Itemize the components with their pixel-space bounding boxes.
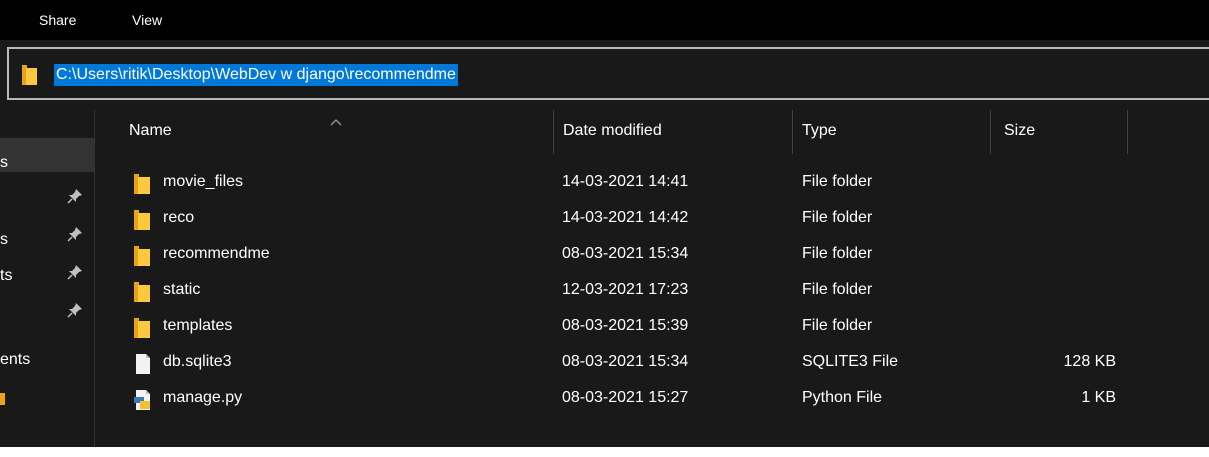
file-type: File folder [802,173,873,190]
pin-icon[interactable] [67,264,83,285]
folder-icon [132,245,154,267]
file-type: Python File [802,389,883,406]
folder-icon [132,317,154,339]
pin-icon[interactable] [67,226,83,247]
address-bar[interactable]: C:\Users\ritik\Desktop\WebDev w django\r… [7,47,1209,100]
column-label: Name [129,122,172,139]
file-name: recommendme [163,245,270,262]
folder-icon [132,173,154,195]
navigation-pane: s s ts ents [0,110,95,447]
file-name: manage.py [163,389,243,406]
column-divider[interactable] [1127,110,1128,154]
file-row[interactable]: movie_files 14-03-2021 14:41 File folder [96,165,1209,201]
nav-item-selected[interactable]: s [0,138,95,172]
column-label: Date modified [563,122,662,139]
file-name: reco [163,209,195,226]
file-row[interactable]: templates 08-03-2021 15:39 File folder [96,309,1209,345]
pin-icon[interactable] [67,302,83,323]
column-label: Size [1004,122,1036,139]
file-date: 08-03-2021 15:27 [562,389,689,406]
file-date: 08-03-2021 15:34 [562,245,689,262]
nav-item[interactable]: s [0,220,95,254]
folder-icon [132,209,154,231]
nav-item-label: ents [0,351,31,368]
document-icon [132,353,154,375]
file-list: Name Date modified Type Size movie_files… [96,110,1209,447]
nav-item-label: s [0,231,8,248]
file-row[interactable]: recommendme 08-03-2021 15:34 File folder [96,237,1209,273]
file-name: movie_files [163,173,244,190]
nav-item[interactable]: ts [0,258,95,292]
file-size: 1 KB [1081,389,1116,406]
file-name: templates [163,317,233,334]
folder-icon [22,65,40,90]
file-type: File folder [802,209,873,226]
file-row[interactable]: static 12-03-2021 17:23 File folder [96,273,1209,309]
column-label: Type [802,122,837,139]
sort-ascending-icon [330,113,342,131]
tab-share[interactable]: Share [39,12,76,28]
file-type: File folder [802,317,873,334]
file-row[interactable]: manage.py 08-03-2021 15:27 Python File 1… [96,381,1209,417]
column-header-type[interactable]: Type [793,110,990,154]
column-header-size[interactable]: Size [991,110,1127,154]
nav-item[interactable] [0,296,95,330]
file-explorer-window: Share View C:\Users\ritik\Desktop\WebDev… [0,0,1209,447]
nav-item-label: s [0,154,8,171]
column-header-name[interactable]: Name [96,110,553,154]
python-file-icon [132,389,154,411]
file-date: 12-03-2021 17:23 [562,281,689,298]
pin-icon[interactable] [67,188,83,209]
address-path[interactable]: C:\Users\ritik\Desktop\WebDev w django\r… [54,64,458,86]
nav-item[interactable]: ents [0,344,95,378]
nav-item-label: ts [0,267,13,284]
nav-item[interactable] [0,182,95,216]
file-type: File folder [802,281,873,298]
folder-icon [132,281,154,303]
file-name: static [163,281,201,298]
file-date: 08-03-2021 15:39 [562,317,689,334]
folder-icon [0,393,5,405]
column-header-date[interactable]: Date modified [554,110,792,154]
file-row[interactable]: reco 14-03-2021 14:42 File folder [96,201,1209,237]
file-date: 14-03-2021 14:41 [562,173,689,190]
file-date: 08-03-2021 15:34 [562,353,689,370]
file-type: File folder [802,245,873,262]
file-name: db.sqlite3 [163,353,232,370]
file-row[interactable]: db.sqlite3 08-03-2021 15:34 SQLITE3 File… [96,345,1209,381]
file-date: 14-03-2021 14:42 [562,209,689,226]
file-size: 128 KB [1063,353,1116,370]
file-type: SQLITE3 File [802,353,899,370]
ribbon-tabs: Share View [0,0,1209,40]
tab-view[interactable]: View [132,12,162,28]
